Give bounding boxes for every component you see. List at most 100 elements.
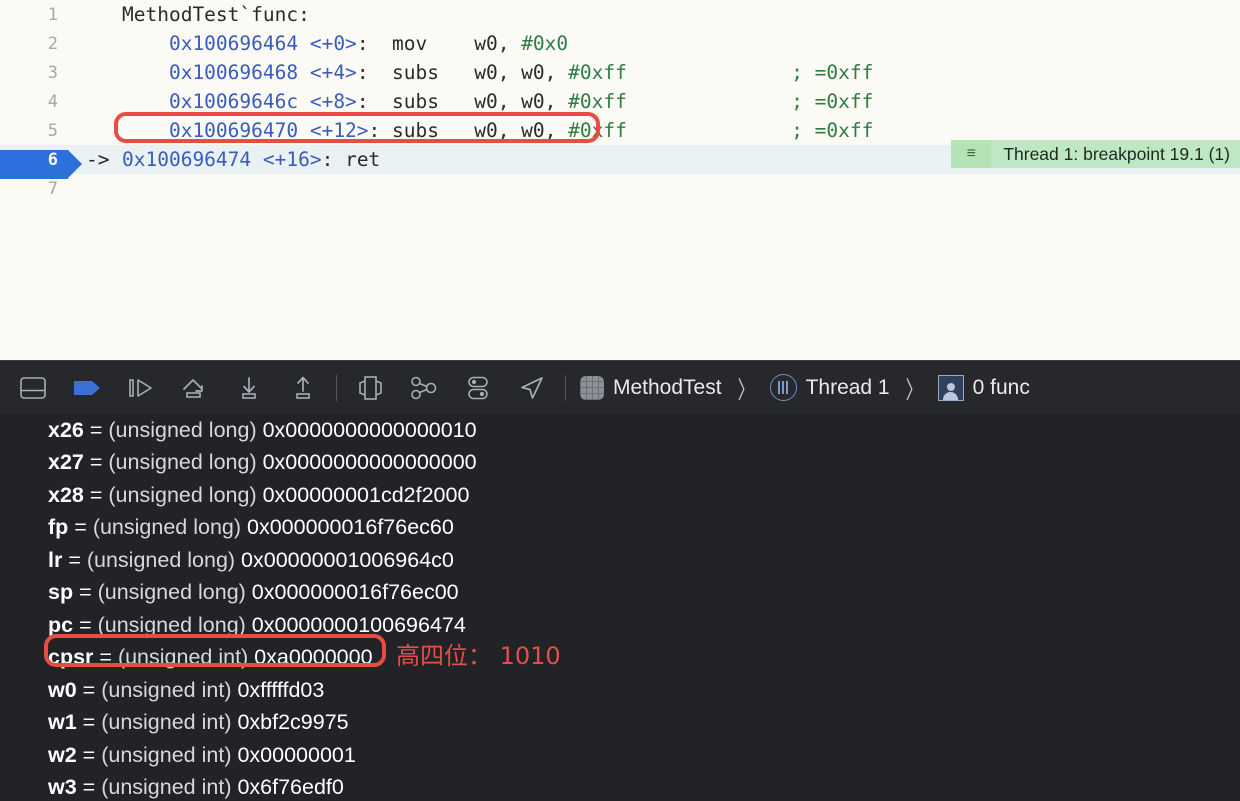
register-name: w1 xyxy=(48,710,77,735)
line-number[interactable]: 2 xyxy=(0,34,68,54)
code-line[interactable]: 2 0x100696464 <+0>: mov w0, #0x0 xyxy=(0,29,1240,58)
line-number[interactable]: 4 xyxy=(0,92,68,112)
register-row[interactable]: w1 = (unsigned int) 0xbf2c9975 xyxy=(0,707,1240,740)
register-row[interactable]: x26 = (unsigned long) 0x0000000000000010 xyxy=(0,414,1240,447)
register-row[interactable]: cpsr = (unsigned int) 0xa0000000 xyxy=(0,642,1240,675)
register-name: cpsr xyxy=(48,645,94,670)
code-line[interactable]: 7 xyxy=(0,174,1240,203)
register-value: 0x000000016f76ec60 xyxy=(241,515,454,540)
register-name: pc xyxy=(48,612,74,637)
register-row[interactable]: w0 = (unsigned int) 0xfffffd03 xyxy=(0,674,1240,707)
step-over-button[interactable] xyxy=(114,366,168,410)
register-type: (unsigned int) xyxy=(117,645,249,670)
register-value: 0x00000001cd2f2000 xyxy=(256,482,470,507)
token-reg: w0, xyxy=(474,32,522,55)
breadcrumb-process-label: MethodTest xyxy=(613,375,722,399)
environment-overrides-button[interactable] xyxy=(451,366,505,410)
register-value: 0xbf2c9975 xyxy=(231,710,349,735)
equals-sign: = xyxy=(73,612,98,637)
register-type: (unsigned long) xyxy=(97,612,246,637)
breakpoint-status-text: Thread 1: breakpoint 19.1 (1) xyxy=(991,140,1240,168)
equals-sign: = xyxy=(76,742,102,767)
token-cmt: ; =0xff xyxy=(626,61,874,84)
register-type: (unsigned int) xyxy=(101,775,232,800)
debug-view-hierarchy-button[interactable] xyxy=(343,366,397,410)
code-line[interactable]: 3 0x100696468 <+4>: subs w0, w0, #0xff ;… xyxy=(0,58,1240,87)
register-name: w2 xyxy=(48,742,77,767)
register-type: (unsigned long) xyxy=(108,482,257,507)
hamburger-icon[interactable]: ≡ xyxy=(951,140,992,168)
register-name: x26 xyxy=(48,417,84,442)
line-number[interactable]: 5 xyxy=(0,121,68,141)
line-number[interactable]: 1 xyxy=(0,5,68,25)
breadcrumb-frame-label: 0 func xyxy=(972,375,1030,399)
chevron-right-icon-1: 〉 xyxy=(737,377,754,404)
line-number[interactable]: 6 xyxy=(0,149,82,179)
register-row[interactable]: x28 = (unsigned long) 0x00000001cd2f2000 xyxy=(0,479,1240,512)
register-row[interactable]: sp = (unsigned long) 0x000000016f76ec00 xyxy=(0,577,1240,610)
variables-panel[interactable]: x26 = (unsigned long) 0x0000000000000010… xyxy=(0,414,1240,801)
toggle-debug-area-button[interactable] xyxy=(6,366,60,410)
register-type: (unsigned long) xyxy=(108,450,257,475)
thread-icon xyxy=(769,374,797,401)
line-number[interactable]: 3 xyxy=(0,63,68,83)
equals-sign: = xyxy=(76,775,102,800)
token-imm: #0x0 xyxy=(521,32,569,55)
token-addr: 0x100696464 <+0> xyxy=(122,32,357,55)
register-row[interactable]: fp = (unsigned long) 0x000000016f76ec60 xyxy=(0,512,1240,545)
register-type: (unsigned int) xyxy=(101,742,232,767)
simulate-location-button[interactable] xyxy=(505,366,559,410)
register-type: (unsigned long) xyxy=(86,547,236,572)
token-imm: #0xff xyxy=(568,90,627,113)
register-type: (unsigned int) xyxy=(101,710,232,735)
equals-sign: = xyxy=(76,677,102,702)
frame-icon xyxy=(937,374,964,401)
token-addr: 0x100696470 <+12> xyxy=(122,119,369,142)
equals-sign: = xyxy=(68,515,93,540)
register-row[interactable]: w3 = (unsigned int) 0x6f76edf0 xyxy=(0,772,1240,801)
step-down-icon xyxy=(242,376,256,399)
xcode-debug-window: 1 MethodTest`func: 2 0x100696464 <+0>: mov… xyxy=(0,0,1240,801)
memory-graph-icon xyxy=(411,376,437,399)
register-name: w3 xyxy=(48,775,77,800)
code-line-list: 1 MethodTest`func: 2 0x100696464 <+0>: mov… xyxy=(0,0,1240,203)
continue-button[interactable] xyxy=(60,366,114,410)
register-name: sp xyxy=(48,580,74,605)
breadcrumb-thread-label: Thread 1 xyxy=(805,375,890,399)
code-line-text: 0x100696468 <+4>: subs w0, w0, #0xff ; =… xyxy=(122,61,873,84)
token-addr: 0x100696468 <+4> xyxy=(122,61,357,84)
register-row[interactable]: lr = (unsigned long) 0x00000001006964c0 xyxy=(0,544,1240,577)
step-into-button[interactable] xyxy=(168,366,222,410)
code-line[interactable]: 4 0x10069646c <+8>: subs w0, w0, #0xff ;… xyxy=(0,87,1240,116)
debug-memory-graph-button[interactable] xyxy=(397,366,451,410)
token-reg: w0, w0, xyxy=(474,119,569,142)
register-value: 0x0000000100696474 xyxy=(245,612,466,637)
breadcrumb-thread[interactable]: Thread 1 xyxy=(769,374,890,401)
breadcrumb: MethodTest 〉 Thread 1 〉 0 func xyxy=(580,370,1030,405)
step-up-icon xyxy=(296,376,310,399)
continue-flag-icon xyxy=(74,380,100,395)
register-row[interactable]: pc = (unsigned long) 0x0000000100696474 xyxy=(0,609,1240,642)
code-line[interactable]: 1 MethodTest`func: xyxy=(0,0,1240,29)
register-list: x26 = (unsigned long) 0x0000000000000010… xyxy=(0,414,1240,801)
breadcrumb-process[interactable]: MethodTest xyxy=(580,375,722,400)
step-over-icon xyxy=(129,378,152,397)
token-brk: : subs xyxy=(356,61,475,84)
line-number[interactable]: 7 xyxy=(0,179,68,199)
register-row[interactable]: x27 = (unsigned long) 0x0000000000000000 xyxy=(0,447,1240,480)
register-name: x28 xyxy=(48,482,84,507)
breakpoint-status-badge[interactable]: ≡ Thread 1: breakpoint 19.1 (1) xyxy=(951,140,1240,168)
equals-sign: = xyxy=(83,482,109,507)
register-name: lr xyxy=(48,547,63,572)
breadcrumb-frame[interactable]: 0 func xyxy=(937,374,1030,401)
code-line-text: 0x100696474 <+16>: ret xyxy=(122,148,380,171)
token-reg: w0, w0, xyxy=(474,61,569,84)
register-type: (unsigned long) xyxy=(92,515,242,540)
equals-sign: = xyxy=(62,547,87,572)
step-down-button[interactable] xyxy=(222,366,276,410)
disassembly-editor[interactable]: 1 MethodTest`func: 2 0x100696464 <+0>: mov… xyxy=(0,0,1240,360)
frame-icon-wrap xyxy=(937,374,964,401)
code-line-text: 0x100696470 <+12>: subs w0, w0, #0xff ; … xyxy=(122,119,873,142)
register-row[interactable]: w2 = (unsigned int) 0x00000001 xyxy=(0,739,1240,772)
step-up-button[interactable] xyxy=(276,366,330,410)
